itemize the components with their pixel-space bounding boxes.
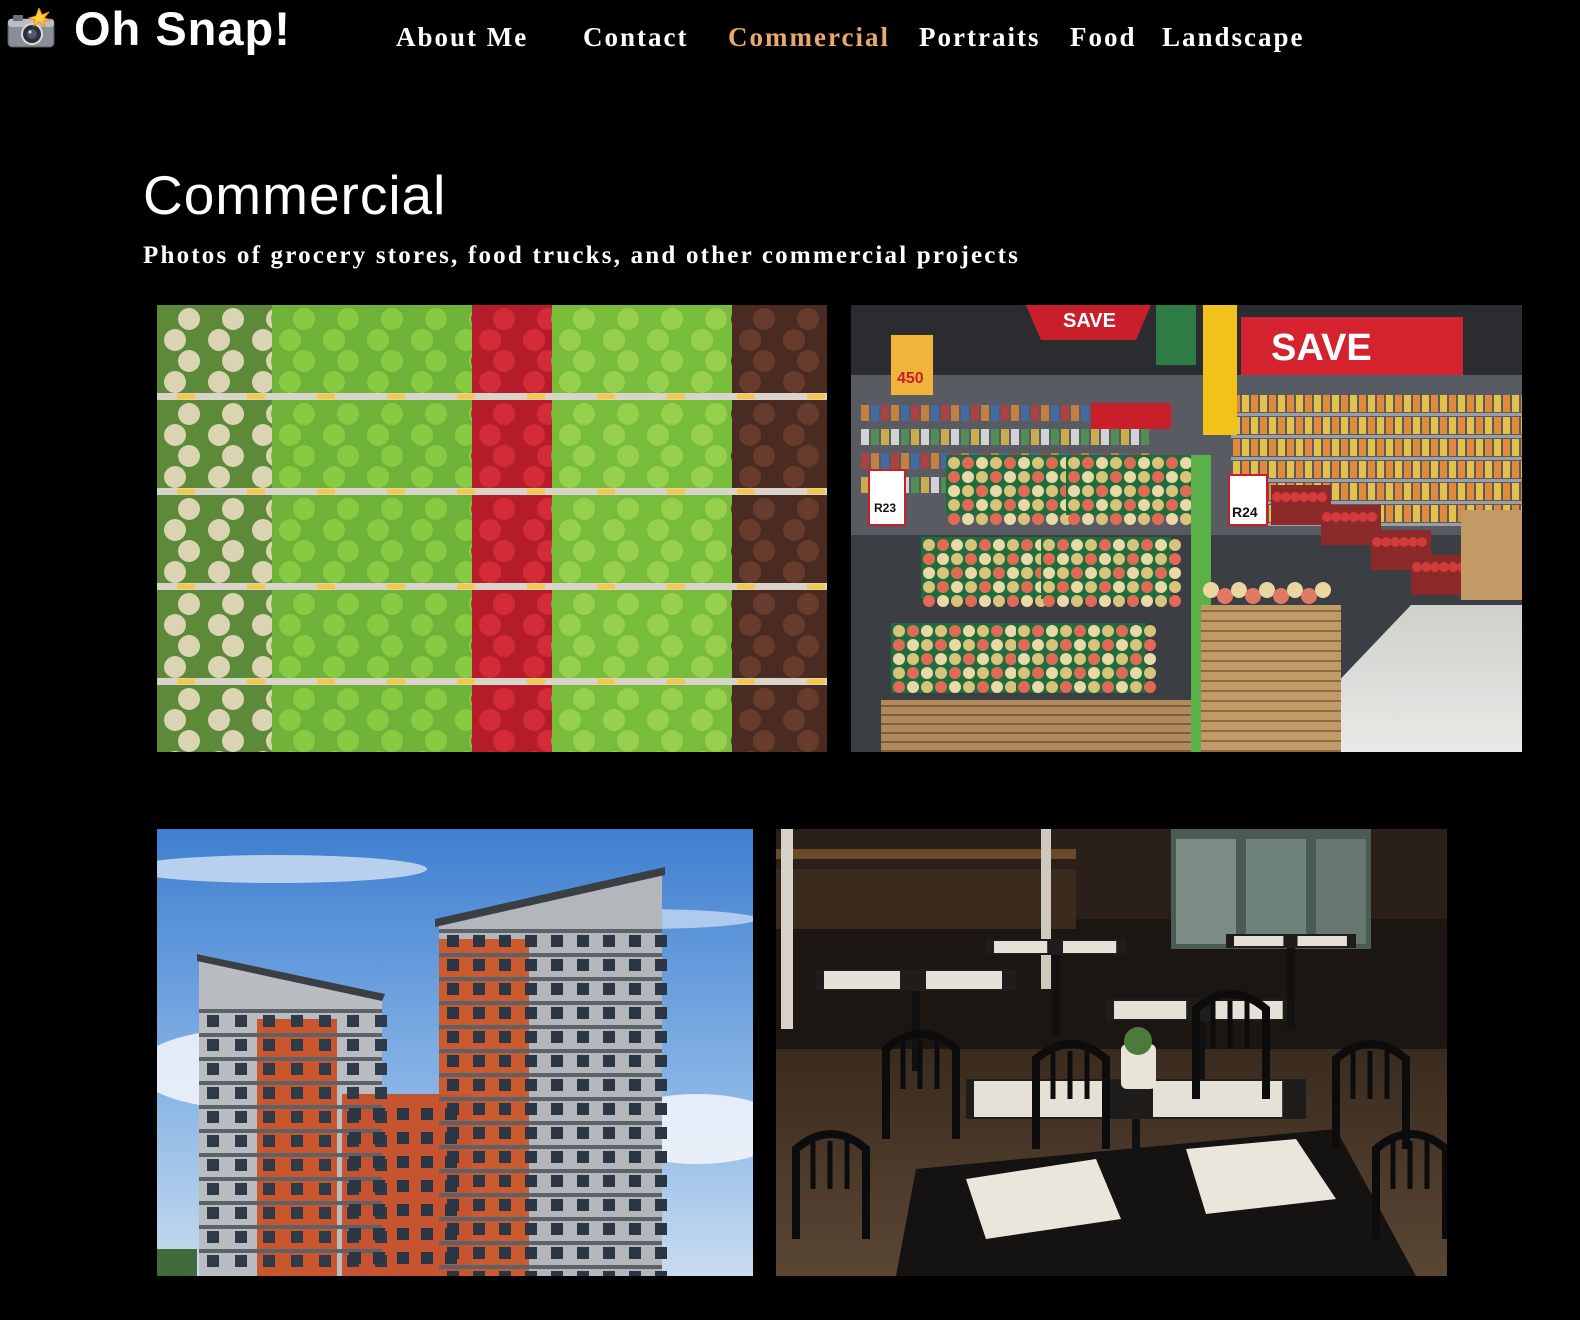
promo-sign-text: 450 bbox=[897, 370, 924, 387]
price-tag-text-2: R23 bbox=[874, 501, 896, 515]
nav-food[interactable]: Food bbox=[1070, 22, 1137, 53]
page-subtitle: Photos of grocery stores, food trucks, a… bbox=[143, 242, 1021, 269]
save-sign-text: SAVE bbox=[1063, 310, 1116, 332]
nav-portraits[interactable]: Portraits bbox=[919, 22, 1040, 53]
brand-name: Oh Snap! bbox=[74, 1, 291, 55]
page-title: Commercial bbox=[143, 164, 447, 226]
photo-apartment-building[interactable] bbox=[157, 829, 753, 1276]
nav-commercial[interactable]: Commercial bbox=[728, 22, 890, 53]
site-logo[interactable]: Oh Snap! bbox=[6, 2, 291, 54]
save-banner-text: SAVE bbox=[1271, 327, 1372, 369]
photo-restaurant-interior[interactable] bbox=[776, 829, 1447, 1276]
nav-about-me[interactable]: About Me bbox=[396, 22, 528, 53]
photo-produce-shelves[interactable] bbox=[157, 305, 827, 752]
price-tag-text: R24 bbox=[1232, 504, 1258, 520]
nav-landscape[interactable]: Landscape bbox=[1162, 22, 1305, 53]
photo-supermarket[interactable]: SAVE SAVE 450 R24 R23 bbox=[851, 305, 1522, 752]
nav-contact[interactable]: Contact bbox=[583, 22, 688, 53]
camera-flash-icon bbox=[7, 8, 55, 48]
